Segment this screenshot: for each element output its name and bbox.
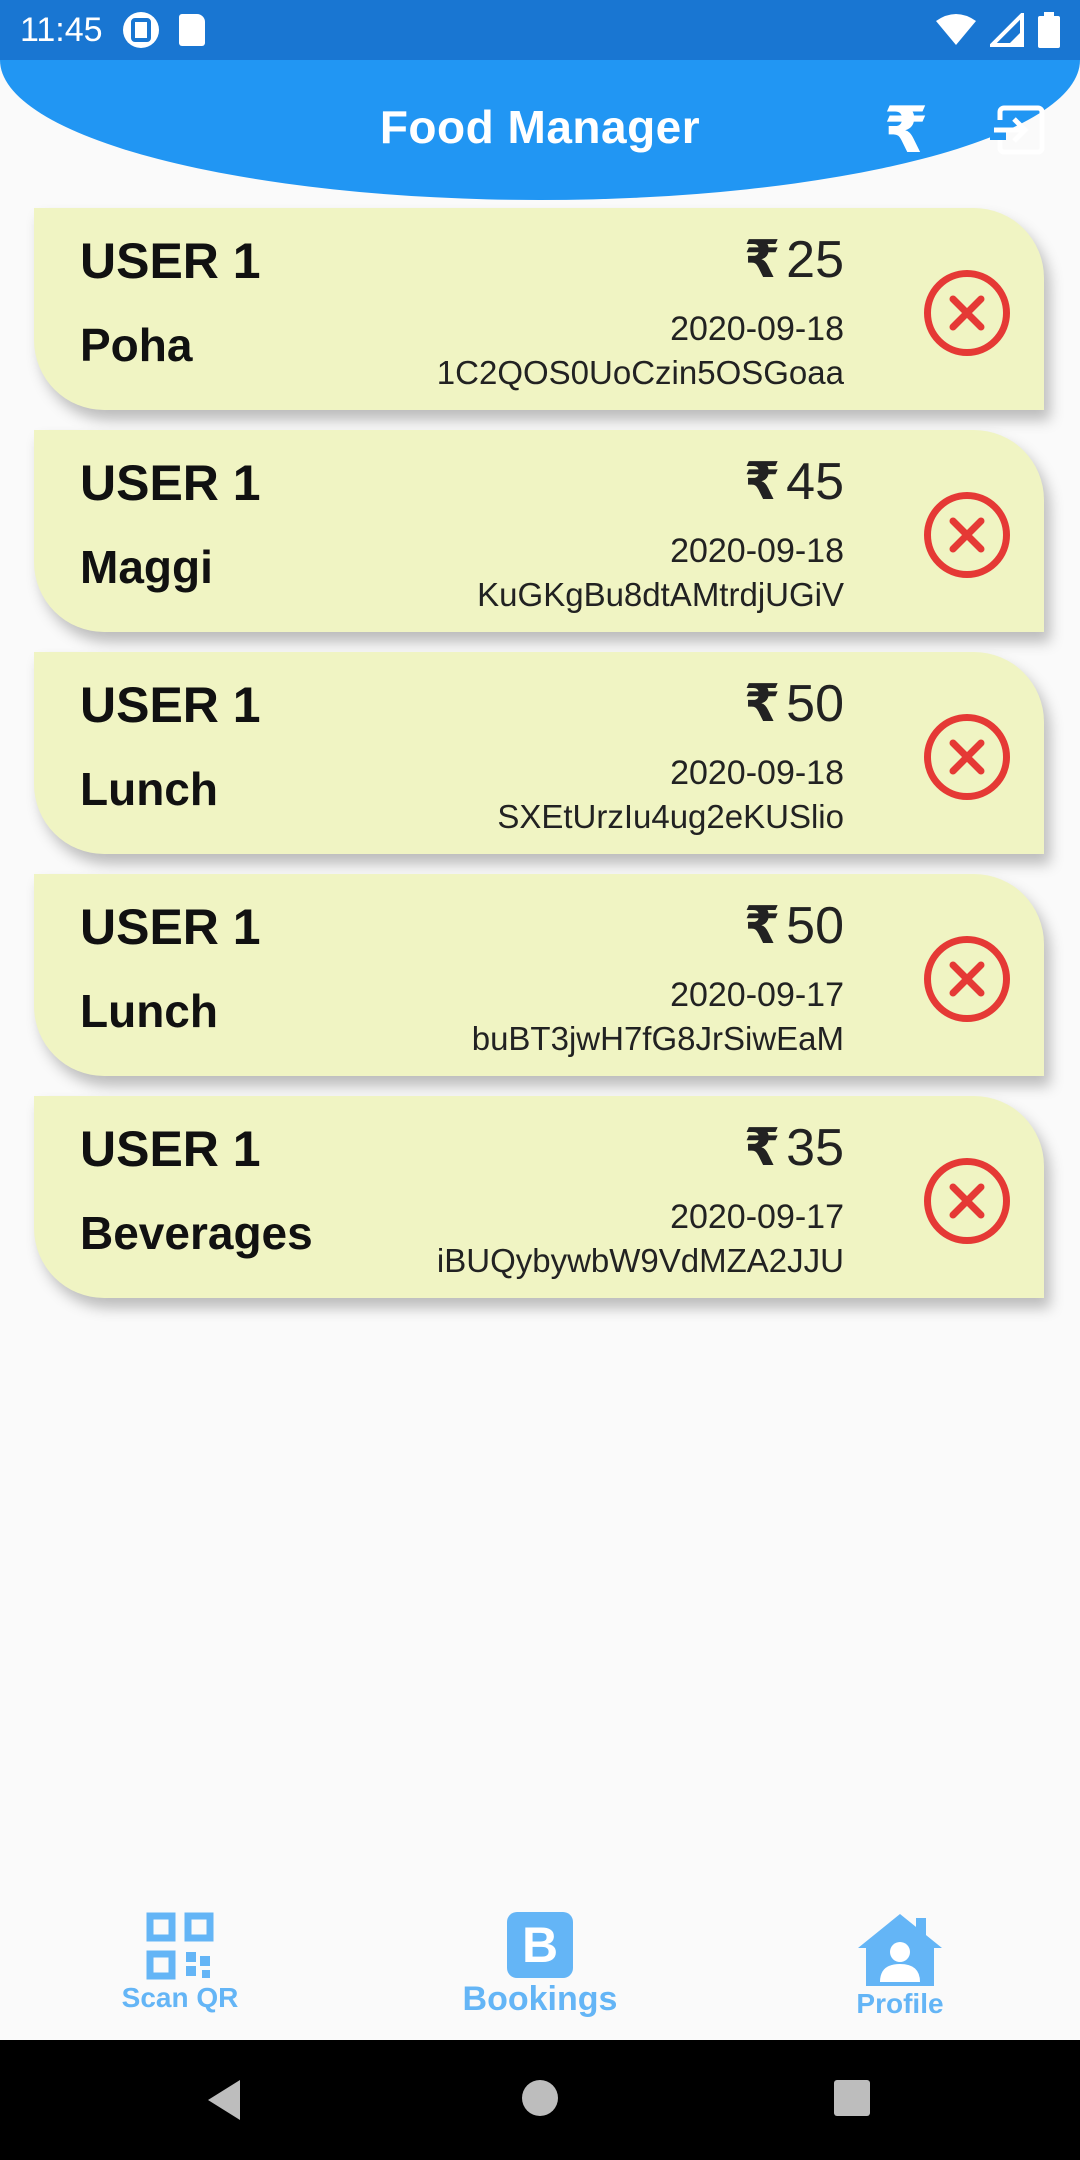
- booking-date: 2020-09-18: [670, 532, 844, 570]
- booking-user: USER 1: [80, 1121, 261, 1177]
- booking-item: Lunch: [80, 985, 218, 1037]
- close-icon: [949, 295, 985, 331]
- booking-price-value: 50: [786, 675, 844, 733]
- booking-card: USER 1 Poha ₹ 25 2020-09-18 1C2QOS0UoCzi…: [34, 208, 1044, 410]
- wifi-icon: [936, 14, 976, 45]
- bookings-icon: B: [507, 1912, 573, 1978]
- system-navigation-bar: [0, 2040, 1080, 2160]
- booking-code: buBT3jwH7fG8JrSiwEaM: [471, 1020, 844, 1057]
- rupee-icon[interactable]: ₹: [876, 98, 936, 162]
- home-icon[interactable]: [520, 2078, 560, 2118]
- app-notification-icon: [122, 12, 159, 48]
- cancel-booking-button[interactable]: [924, 714, 1010, 800]
- booking-price-value: 25: [786, 231, 844, 289]
- cancel-booking-button[interactable]: [924, 492, 1010, 578]
- cancel-booking-button[interactable]: [924, 270, 1010, 356]
- booking-price-value: 35: [786, 1119, 844, 1177]
- logout-icon[interactable]: [990, 100, 1050, 160]
- nav-scan-qr[interactable]: Scan QR: [110, 1912, 250, 2014]
- status-time: 11:45: [20, 10, 103, 49]
- booking-code: KuGKgBu8dtAMtrdjUGiV: [477, 576, 844, 613]
- booking-code: SXEtUrzIu4ug2eKUSlio: [497, 798, 844, 835]
- rupee-icon: ₹: [743, 231, 781, 289]
- qr-code-icon: [146, 1912, 214, 1980]
- booking-price: ₹ 50: [744, 896, 844, 956]
- cancel-booking-button[interactable]: [924, 1158, 1010, 1244]
- close-icon: [949, 961, 985, 997]
- rupee-icon: ₹: [743, 1119, 781, 1177]
- booking-price: ₹ 25: [744, 230, 844, 290]
- booking-user: USER 1: [80, 233, 261, 289]
- rupee-icon: ₹: [743, 453, 781, 511]
- booking-date: 2020-09-17: [670, 976, 844, 1014]
- booking-item: Beverages: [80, 1207, 313, 1259]
- booking-price-value: 50: [786, 897, 844, 955]
- rupee-icon: ₹: [743, 897, 781, 955]
- home-profile-icon: [858, 1914, 942, 1986]
- nav-bookings[interactable]: B Bookings: [450, 1912, 630, 2019]
- signal-icon: [990, 13, 1024, 47]
- back-icon[interactable]: [204, 2078, 244, 2122]
- booking-date: 2020-09-18: [670, 310, 844, 348]
- booking-price: ₹ 50: [744, 674, 844, 734]
- bottom-navigation: Scan QR B Bookings Profile: [0, 1900, 1080, 2040]
- booking-price-value: 45: [786, 453, 844, 511]
- booking-card: USER 1 Maggi ₹ 45 2020-09-18 KuGKgBu8dtA…: [34, 430, 1044, 632]
- nav-profile-label: Profile: [856, 1988, 944, 2019]
- nav-profile[interactable]: Profile: [830, 1912, 970, 2020]
- close-icon: [949, 517, 985, 553]
- booking-user: USER 1: [80, 455, 261, 511]
- booking-user: USER 1: [80, 677, 261, 733]
- booking-card: USER 1 Lunch ₹ 50 2020-09-17 buBT3jwH7fG…: [34, 874, 1044, 1076]
- booking-price: ₹ 45: [744, 452, 844, 512]
- status-bar: 11:45: [0, 0, 1080, 60]
- booking-item: Poha: [80, 319, 193, 371]
- booking-date: 2020-09-17: [670, 1198, 844, 1236]
- booking-code: iBUQybywbW9VdMZA2JJU: [436, 1242, 844, 1279]
- recent-apps-icon[interactable]: [832, 2078, 872, 2118]
- booking-card: USER 1 Beverages ₹ 35 2020-09-17 iBUQyby…: [34, 1096, 1044, 1298]
- battery-icon: [1038, 12, 1060, 48]
- sd-card-icon: [178, 14, 205, 46]
- booking-card: USER 1 Lunch ₹ 50 2020-09-18 SXEtUrzIu4u…: [34, 652, 1044, 854]
- booking-code: 1C2QOS0UoCzin5OSGoaa: [436, 354, 844, 391]
- rupee-icon: ₹: [743, 675, 781, 733]
- booking-item: Lunch: [80, 763, 218, 815]
- booking-date: 2020-09-18: [670, 754, 844, 792]
- booking-user: USER 1: [80, 899, 261, 955]
- cancel-booking-button[interactable]: [924, 936, 1010, 1022]
- app-bar: Food Manager ₹: [0, 60, 1080, 200]
- booking-item: Maggi: [80, 541, 213, 593]
- close-icon: [949, 739, 985, 775]
- nav-scan-qr-label: Scan QR: [121, 1982, 239, 2013]
- nav-bookings-label: Bookings: [462, 1980, 618, 2018]
- close-icon: [949, 1183, 985, 1219]
- booking-price: ₹ 35: [744, 1118, 844, 1178]
